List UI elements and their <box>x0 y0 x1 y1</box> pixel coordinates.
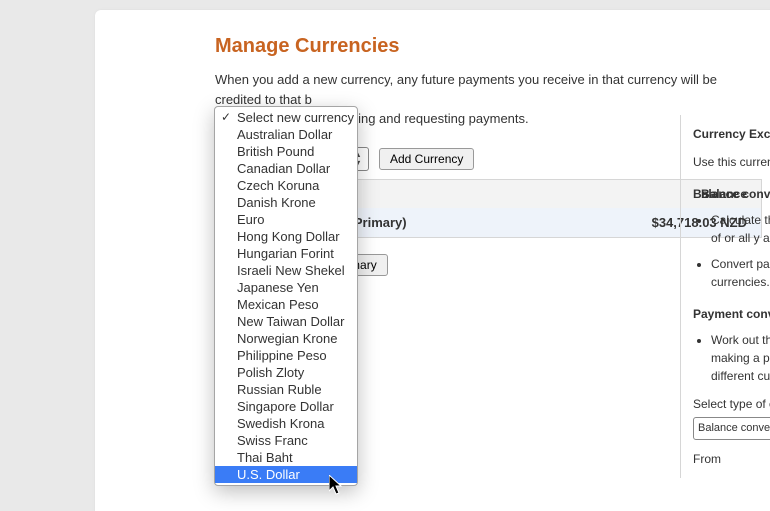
sidebar-select-label: Select type of cu <box>693 395 770 413</box>
currency-option[interactable]: Australian Dollar <box>215 126 357 143</box>
list-item: Convert part currencies. <box>711 255 770 291</box>
currency-option[interactable]: Danish Krone <box>215 194 357 211</box>
currency-option[interactable]: Israeli New Shekel <box>215 262 357 279</box>
sidebar-payment-heading: Payment conve <box>693 305 770 323</box>
sidebar-title: Currency Exchanc <box>693 125 770 143</box>
currency-option[interactable]: Norwegian Krone <box>215 330 357 347</box>
currency-option[interactable]: Euro <box>215 211 357 228</box>
currency-option[interactable]: British Pound <box>215 143 357 160</box>
currency-option[interactable]: New Taiwan Dollar <box>215 313 357 330</box>
currency-option[interactable]: Swiss Franc <box>215 432 357 449</box>
currency-option[interactable]: Select new currency <box>215 109 357 126</box>
currency-dropdown-list[interactable]: Select new currencyAustralian DollarBrit… <box>214 106 358 486</box>
currency-option[interactable]: Czech Koruna <box>215 177 357 194</box>
currency-option[interactable]: Swedish Krona <box>215 415 357 432</box>
currency-option[interactable]: Hong Kong Dollar <box>215 228 357 245</box>
list-item: Work out the making a pur different curr <box>711 331 770 385</box>
conversion-type-select[interactable]: Balance conve ▲▼ <box>693 417 770 440</box>
sidebar-payment-list: Work out the making a pur different curr <box>711 331 770 385</box>
currency-option[interactable]: Russian Ruble <box>215 381 357 398</box>
currency-option[interactable]: U.S. Dollar <box>215 466 357 483</box>
page-title: Manage Currencies <box>215 35 760 58</box>
currency-option[interactable]: Thai Baht <box>215 449 357 466</box>
sidebar-intro: Use this currenc <box>693 153 770 171</box>
currency-option[interactable]: Japanese Yen <box>215 279 357 296</box>
list-item: Calculate the part of or all y another. <box>711 211 770 247</box>
conversion-type-value: Balance conve <box>698 420 770 437</box>
currency-option[interactable]: Mexican Peso <box>215 296 357 313</box>
currency-option[interactable]: Canadian Dollar <box>215 160 357 177</box>
page-root: Manage Currencies When you add a new cur… <box>0 0 770 511</box>
sidebar-balance-list: Calculate the part of or all y another. … <box>711 211 770 291</box>
currency-option[interactable]: Singapore Dollar <box>215 398 357 415</box>
currency-option[interactable]: Polish Zloty <box>215 364 357 381</box>
currency-option[interactable]: Philippine Peso <box>215 347 357 364</box>
intro-line1: When you add a new currency, any future … <box>215 72 717 107</box>
content-card: Manage Currencies When you add a new cur… <box>95 10 770 511</box>
currency-option[interactable]: Hungarian Forint <box>215 245 357 262</box>
add-currency-button[interactable]: Add Currency <box>379 148 474 170</box>
sidebar: Currency Exchanc Use this currenc Balanc… <box>680 115 770 478</box>
sidebar-from-label: From <box>693 450 770 468</box>
sidebar-balance-heading: Balance conver <box>693 185 770 203</box>
